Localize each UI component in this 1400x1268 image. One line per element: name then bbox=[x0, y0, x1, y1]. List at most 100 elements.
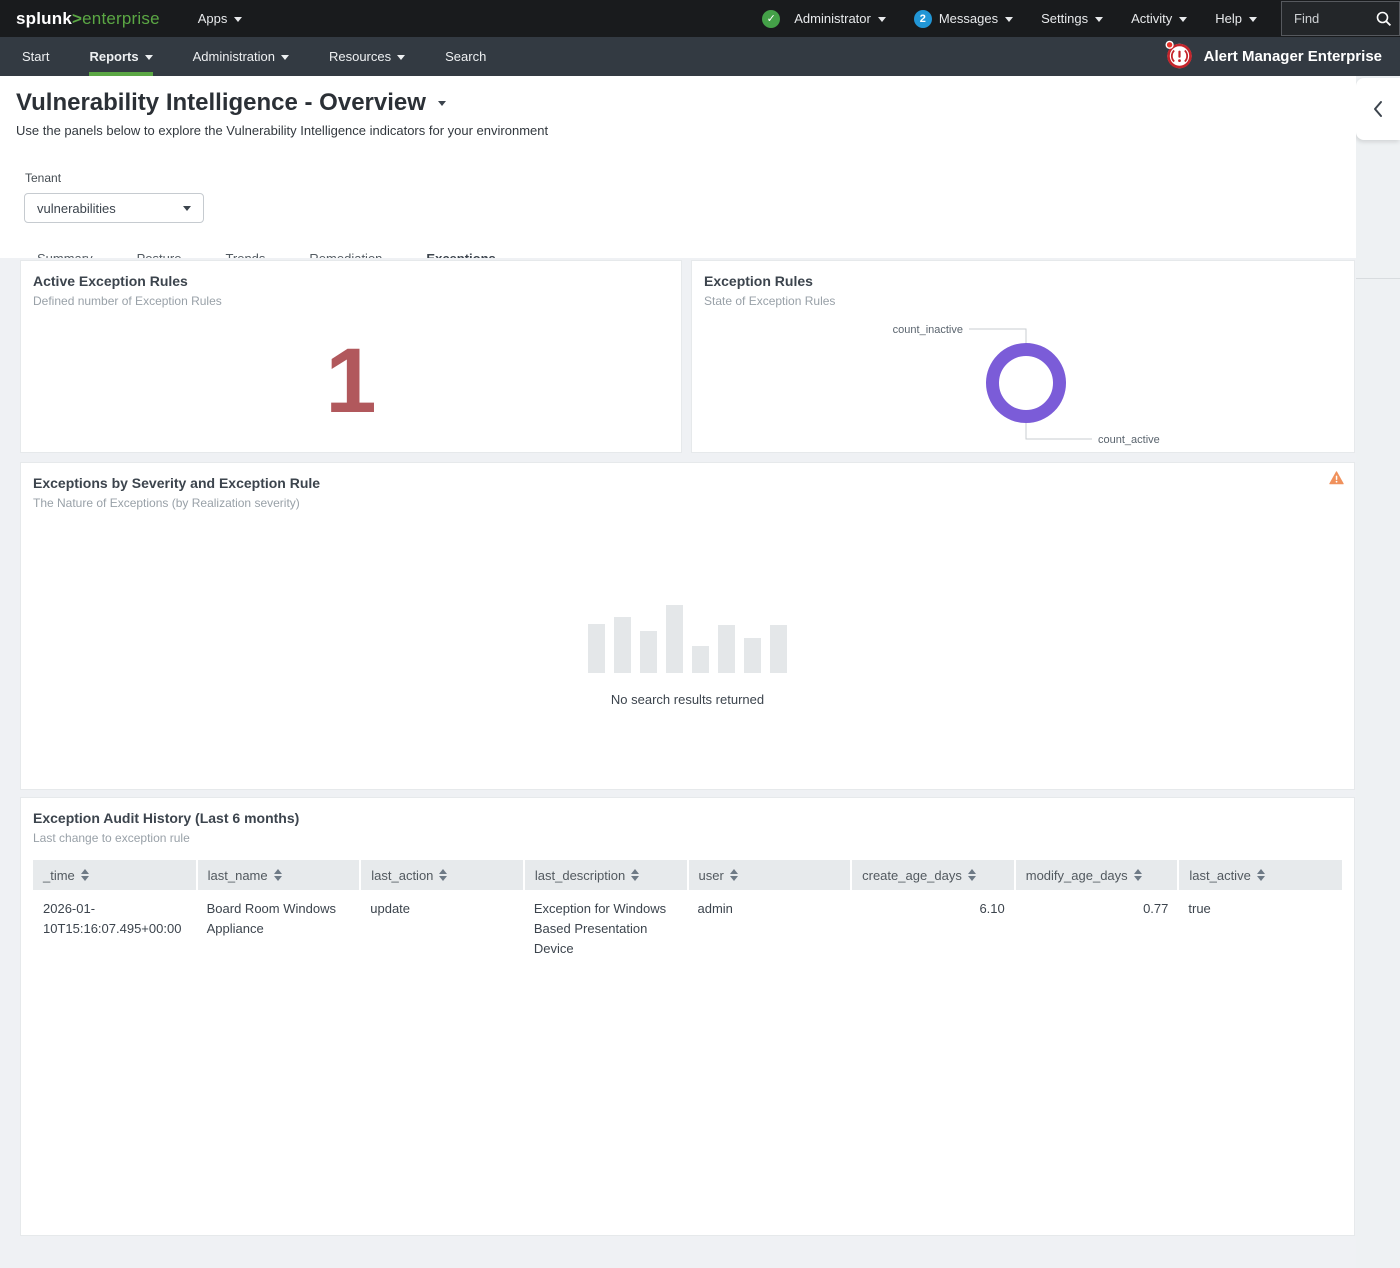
apps-menu-label: Apps bbox=[198, 11, 228, 26]
donut-label-count-inactive: count_inactive bbox=[893, 324, 963, 336]
administrator-menu-label: Administrator bbox=[794, 11, 871, 26]
caret-down-icon bbox=[1179, 17, 1187, 22]
warning-triangle-icon[interactable] bbox=[1329, 471, 1344, 490]
nav-item-administration[interactable]: Administration bbox=[193, 37, 289, 76]
nav-item-resources[interactable]: Resources bbox=[329, 37, 405, 76]
activity-menu-label: Activity bbox=[1131, 11, 1172, 26]
caret-down-icon bbox=[281, 55, 289, 60]
callout-line bbox=[1026, 423, 1092, 439]
page-description: Use the panels below to explore the Vuln… bbox=[0, 117, 1356, 138]
cell-modify-age-days: 0.77 bbox=[1015, 890, 1179, 968]
donut-label-count-active: count_active bbox=[1098, 434, 1160, 446]
find-search-box bbox=[1281, 1, 1400, 36]
sort-icon bbox=[1134, 869, 1142, 881]
administrator-menu[interactable]: Administrator bbox=[780, 0, 900, 37]
panel-exception-audit-history: Exception Audit History (Last 6 months) … bbox=[20, 797, 1355, 1236]
app-navigation-bar: Start Reports Administration Resources S… bbox=[0, 37, 1400, 76]
messages-menu-label: Messages bbox=[939, 11, 998, 26]
page-title: Vulnerability Intelligence - Overview bbox=[16, 89, 426, 117]
activity-menu[interactable]: Activity bbox=[1117, 0, 1201, 37]
audit-table-header-row: _time last_name last_action last_descrip… bbox=[33, 860, 1342, 890]
cell-last-name: Board Room Windows Appliance bbox=[197, 890, 361, 968]
logo-gt-text: > bbox=[72, 9, 82, 28]
sort-icon bbox=[439, 869, 447, 881]
column-header-time[interactable]: _time bbox=[33, 860, 197, 890]
cell-last-description: Exception for Windows Based Presentation… bbox=[524, 890, 688, 968]
nav-item-reports[interactable]: Reports bbox=[89, 37, 152, 76]
caret-down-icon bbox=[878, 17, 886, 22]
column-header-user[interactable]: user bbox=[688, 860, 852, 890]
caret-down-icon bbox=[145, 55, 153, 60]
find-input[interactable] bbox=[1282, 11, 1369, 26]
column-header-modify-age-days[interactable]: modify_age_days bbox=[1015, 860, 1179, 890]
single-value-number[interactable]: 1 bbox=[325, 335, 376, 427]
cell-last-action: update bbox=[360, 890, 524, 968]
caret-down-icon bbox=[1095, 17, 1103, 22]
splunk-topbar: splunk>enterprise Apps ✓ Administrator 2… bbox=[0, 0, 1400, 37]
donut-chart: count_inactive count_active bbox=[692, 301, 1356, 454]
alert-manager-logo-icon bbox=[1164, 40, 1194, 74]
settings-menu-label: Settings bbox=[1041, 11, 1088, 26]
caret-down-icon bbox=[397, 55, 405, 60]
panel-subtitle: The Nature of Exceptions (by Realization… bbox=[21, 491, 1354, 510]
nav-item-resources-label: Resources bbox=[329, 49, 391, 64]
table-row: 2026-01-10T15:16:07.495+00:00 Board Room… bbox=[33, 890, 1342, 968]
panel-title: Exception Rules bbox=[692, 261, 1354, 289]
chevron-left-icon bbox=[1372, 100, 1384, 118]
app-identity[interactable]: Alert Manager Enterprise bbox=[1164, 37, 1382, 76]
panel-exceptions-by-severity: Exceptions by Severity and Exception Rul… bbox=[20, 462, 1355, 790]
collapse-panel-button[interactable] bbox=[1356, 78, 1400, 140]
sort-icon bbox=[631, 869, 639, 881]
sort-icon bbox=[730, 869, 738, 881]
tenant-label: Tenant bbox=[0, 138, 1356, 185]
title-menu-caret-icon[interactable] bbox=[438, 101, 446, 106]
nav-item-start-label: Start bbox=[22, 49, 49, 64]
empty-chart-icon bbox=[588, 605, 787, 673]
panel-title: Exception Audit History (Last 6 months) bbox=[21, 798, 1354, 826]
caret-down-icon bbox=[234, 17, 242, 22]
caret-down-icon bbox=[183, 206, 191, 211]
cell-last-active: true bbox=[1178, 890, 1342, 968]
nav-item-search[interactable]: Search bbox=[445, 37, 486, 76]
column-header-create-age-days[interactable]: create_age_days bbox=[851, 860, 1015, 890]
sort-icon bbox=[1257, 869, 1265, 881]
caret-down-icon bbox=[1249, 17, 1257, 22]
dashboard-body: Active Exception Rules Defined number of… bbox=[0, 258, 1356, 1268]
app-name: Alert Manager Enterprise bbox=[1204, 48, 1382, 65]
nav-item-start[interactable]: Start bbox=[22, 37, 49, 76]
cell-create-age-days: 6.10 bbox=[851, 890, 1015, 968]
help-menu[interactable]: Help bbox=[1201, 0, 1271, 37]
messages-count-badge: 2 bbox=[914, 10, 932, 28]
cell-user: admin bbox=[688, 890, 852, 968]
logo-product-text: enterprise bbox=[82, 9, 160, 28]
search-icon[interactable] bbox=[1369, 11, 1399, 27]
page-header: Vulnerability Intelligence - Overview Us… bbox=[0, 76, 1356, 279]
caret-down-icon bbox=[1005, 17, 1013, 22]
empty-results-message: No search results returned bbox=[611, 692, 764, 707]
nav-item-search-label: Search bbox=[445, 49, 486, 64]
audit-table: _time last_name last_action last_descrip… bbox=[33, 860, 1342, 968]
sort-icon bbox=[968, 869, 976, 881]
panel-title: Active Exception Rules bbox=[21, 261, 681, 289]
panel-title: Exceptions by Severity and Exception Rul… bbox=[21, 463, 1354, 491]
column-header-last-action[interactable]: last_action bbox=[360, 860, 524, 890]
donut-ring-count-active[interactable] bbox=[993, 350, 1060, 417]
column-header-last-active[interactable]: last_active bbox=[1178, 860, 1342, 890]
callout-line bbox=[969, 329, 1026, 343]
sort-icon bbox=[274, 869, 282, 881]
messages-menu[interactable]: 2 Messages bbox=[900, 0, 1027, 37]
column-header-last-name[interactable]: last_name bbox=[197, 860, 361, 890]
nav-item-administration-label: Administration bbox=[193, 49, 275, 64]
panel-active-exception-rules: Active Exception Rules Defined number of… bbox=[20, 260, 682, 453]
splunk-logo[interactable]: splunk>enterprise bbox=[16, 9, 160, 29]
help-menu-label: Help bbox=[1215, 11, 1242, 26]
panel-exception-rules: Exception Rules State of Exception Rules… bbox=[691, 260, 1355, 453]
cell-time: 2026-01-10T15:16:07.495+00:00 bbox=[33, 890, 197, 968]
apps-menu[interactable]: Apps bbox=[184, 0, 257, 37]
sort-icon bbox=[81, 869, 89, 881]
logo-splunk-text: splunk bbox=[16, 9, 72, 28]
tenant-select[interactable]: vulnerabilities bbox=[24, 193, 204, 223]
column-header-last-description[interactable]: last_description bbox=[524, 860, 688, 890]
health-check-icon[interactable]: ✓ bbox=[762, 10, 780, 28]
settings-menu[interactable]: Settings bbox=[1027, 0, 1117, 37]
